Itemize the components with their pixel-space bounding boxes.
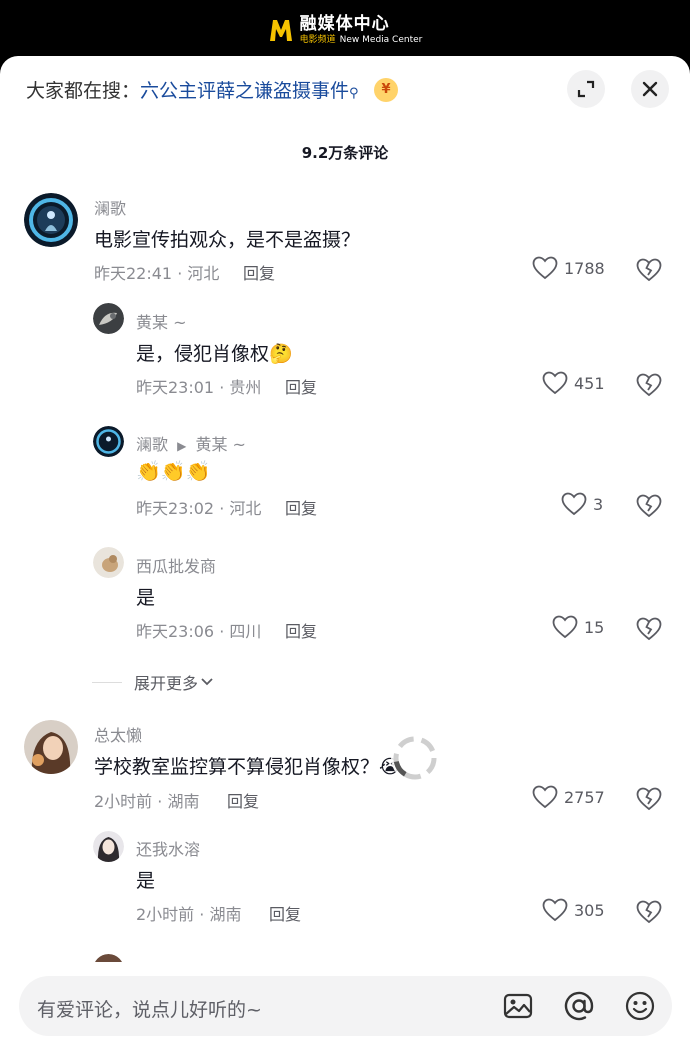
- dislike-icon[interactable]: [636, 900, 662, 924]
- comment-sheet: 大家都在搜：六公主评薛之谦盗摄事件⚲ ¥ 9.2万条评论 澜歌 电影宣传拍观众，…: [0, 56, 690, 1048]
- like-count: 3: [593, 494, 604, 514]
- like-button[interactable]: 305: [542, 898, 605, 922]
- expand-more-button[interactable]: 展开更多: [92, 670, 214, 694]
- comment-text: 是: [136, 870, 156, 892]
- heart-icon: [561, 492, 587, 516]
- heart-icon: [542, 371, 568, 395]
- comment-meta: 昨天23:02 · 河北: [136, 499, 262, 518]
- comment-username[interactable]: 澜歌: [94, 195, 126, 219]
- like-button[interactable]: 3: [561, 492, 603, 516]
- coin-icon[interactable]: ¥: [374, 78, 398, 102]
- avatar[interactable]: [24, 193, 78, 247]
- dislike-icon[interactable]: [636, 787, 662, 811]
- reply-button[interactable]: 回复: [285, 495, 317, 519]
- comment-input-bar[interactable]: 有爱评论，说点儿好听的~: [19, 976, 672, 1036]
- hot-search-prefix: 大家都在搜：: [26, 80, 141, 102]
- hot-search-keyword[interactable]: 六公主评薛之谦盗摄事件: [140, 80, 349, 102]
- like-button[interactable]: 2757: [532, 785, 605, 809]
- reply-username[interactable]: 澜歌: [136, 435, 168, 454]
- comment-input[interactable]: 有爱评论，说点儿好听的~: [37, 995, 262, 1022]
- expand-more-label: 展开更多: [134, 674, 199, 693]
- dislike-icon[interactable]: [636, 373, 662, 397]
- image-icon[interactable]: [502, 990, 534, 1022]
- reply-button[interactable]: 回复: [269, 901, 301, 925]
- heart-icon: [552, 615, 578, 639]
- like-count: 2757: [564, 787, 605, 807]
- avatar[interactable]: [93, 547, 124, 578]
- reply-arrow-icon: ▶: [177, 439, 187, 453]
- reply-button[interactable]: 回复: [227, 788, 259, 812]
- like-count: 305: [574, 900, 605, 920]
- comment-username: 澜歌 ▶ 黄某 ~: [136, 431, 246, 455]
- dislike-icon[interactable]: [636, 617, 662, 641]
- like-count: 15: [584, 617, 605, 637]
- heart-icon: [542, 898, 568, 922]
- thinking-emoji-icon: 🤔: [269, 343, 293, 365]
- watermark-title: 融媒体中心: [299, 13, 390, 34]
- comment-meta: 昨天23:06 · 四川: [136, 622, 262, 641]
- comment-text-body: 学校教室监控算不算侵犯肖像权？: [94, 756, 380, 778]
- dislike-icon[interactable]: [636, 258, 662, 282]
- avatar[interactable]: [93, 831, 124, 862]
- comment-text: 👏👏👏: [136, 459, 211, 483]
- watermark-sub-en: New Media Center: [339, 34, 423, 45]
- comment-meta: 昨天22:41 · 河北: [94, 264, 220, 283]
- reply-button[interactable]: 回复: [285, 618, 317, 642]
- comment-meta: 2小时前 · 湖南: [136, 905, 242, 924]
- reply-target-username[interactable]: 黄某 ~: [195, 435, 246, 454]
- comment-username[interactable]: 还我水溶: [136, 836, 200, 860]
- comment-text: 学校教室监控算不算侵犯肖像权？😭: [94, 752, 401, 779]
- comment-meta: 昨天23:01 · 贵州: [136, 378, 262, 397]
- avatar[interactable]: [24, 720, 78, 774]
- expand-icon: [577, 80, 595, 98]
- comment-text-body: 是，侵犯肖像权: [136, 343, 270, 365]
- watermark-sub-cn: 电影频道: [299, 34, 336, 45]
- like-count: 451: [574, 373, 605, 393]
- close-button[interactable]: [631, 70, 669, 108]
- heart-icon: [532, 256, 558, 280]
- like-button[interactable]: 15: [552, 615, 604, 639]
- like-count: 1788: [564, 258, 605, 278]
- hot-search-bar: 大家都在搜：六公主评薛之谦盗摄事件⚲ ¥: [0, 70, 690, 108]
- heart-icon: [532, 785, 558, 809]
- comment-text: 是: [136, 587, 156, 609]
- emoji-icon[interactable]: [624, 990, 656, 1022]
- at-mention-icon[interactable]: [563, 990, 595, 1022]
- comment-meta: 2小时前 · 湖南: [94, 792, 200, 811]
- reply-button[interactable]: 回复: [285, 374, 317, 398]
- chevron-down-icon: [201, 678, 213, 686]
- like-button[interactable]: 1788: [532, 256, 605, 280]
- loading-spinner-icon: [391, 734, 439, 782]
- comment-text: 是，侵犯肖像权🤔: [136, 339, 293, 366]
- avatar[interactable]: [93, 426, 124, 457]
- hot-search-link[interactable]: 大家都在搜：六公主评薛之谦盗摄事件⚲: [26, 76, 359, 103]
- comment-count: 9.2万条评论: [301, 144, 389, 162]
- dislike-icon[interactable]: [636, 494, 662, 518]
- m-logo-icon: [269, 20, 292, 41]
- avatar[interactable]: [93, 303, 124, 334]
- comment-username[interactable]: 总太懒: [94, 722, 142, 746]
- like-button[interactable]: 451: [542, 371, 605, 395]
- comment-text: 电影宣传拍观众，是不是盗摄？: [94, 229, 361, 251]
- close-icon: [642, 81, 658, 97]
- comment-username[interactable]: 西瓜批发商: [136, 553, 216, 577]
- divider: [92, 681, 122, 683]
- search-icon: ⚲: [349, 86, 359, 101]
- watermark-bar: 融媒体中心 电影频道 New Media Center: [0, 0, 690, 60]
- comment-username[interactable]: 黄某 ~: [136, 309, 187, 333]
- reply-button[interactable]: 回复: [243, 260, 275, 284]
- expand-button[interactable]: [567, 70, 605, 108]
